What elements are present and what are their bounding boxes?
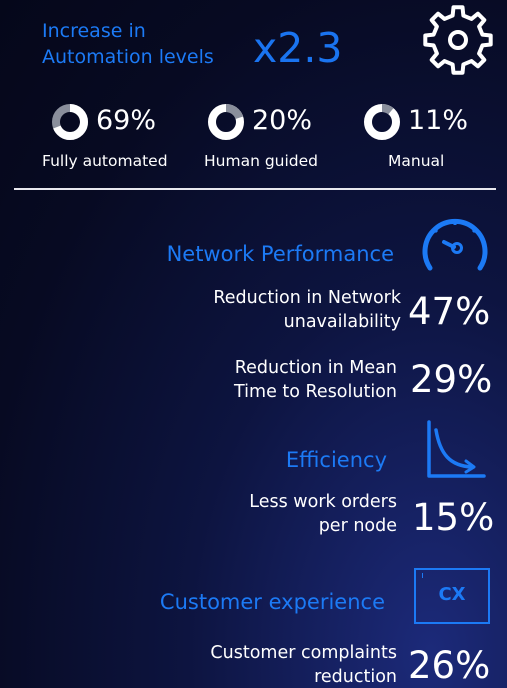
automation-title: Increase in Automation levels: [42, 18, 262, 70]
cx-metric-line2: reduction: [314, 667, 397, 687]
cx-metric-line1: Customer complaints: [210, 643, 397, 663]
donut-human-guided: [208, 104, 244, 140]
network-metric-2-value: 29%: [410, 358, 493, 401]
cx-metric-value: 26%: [408, 644, 491, 687]
network-metric-2-desc: Reduction in Mean Time to Resolution: [234, 356, 397, 404]
donut-fully-automated: [52, 104, 88, 140]
percent-human-guided: 20%: [252, 105, 313, 136]
automation-title-line2: Automation levels: [42, 46, 214, 68]
cx-icon: CX: [414, 568, 490, 624]
percent-fully-automated: 69%: [96, 105, 157, 136]
speedometer-icon: [422, 218, 488, 271]
network-metric-1-value: 47%: [408, 290, 491, 333]
efficiency-title: Efficiency: [285, 448, 387, 472]
donut-manual: [364, 104, 400, 140]
cx-icon-text: CX: [438, 584, 466, 605]
network-performance-title: Network Performance: [166, 242, 394, 266]
efficiency-metric-desc: Less work orders per node: [249, 490, 397, 538]
efficiency-metric-value: 15%: [412, 496, 495, 539]
decline-curve-icon: [427, 420, 486, 478]
cx-metric-desc: Customer complaints reduction: [210, 641, 397, 688]
efficiency-metric-line2: per node: [318, 516, 397, 536]
efficiency-metric-line1: Less work orders: [249, 492, 397, 512]
automation-title-line1: Increase in: [42, 20, 146, 42]
network-metric-2-line1: Reduction in Mean: [234, 358, 397, 378]
network-metric-1-line1: Reduction in Network: [213, 288, 401, 308]
label-human-guided: Human guided: [204, 152, 319, 170]
percent-manual: 11%: [408, 105, 469, 136]
label-manual: Manual: [388, 152, 445, 170]
network-metric-1-desc: Reduction in Network unavailability: [213, 286, 401, 334]
automation-multiplier: x2.3: [253, 24, 343, 72]
label-fully-automated: Fully automated: [42, 152, 168, 170]
network-metric-2-line2: Time to Resolution: [234, 382, 397, 402]
gear-icon: [423, 5, 493, 75]
network-metric-1-line2: unavailability: [283, 312, 401, 332]
customer-experience-title: Customer experience: [159, 590, 385, 614]
section-divider: [14, 188, 496, 190]
